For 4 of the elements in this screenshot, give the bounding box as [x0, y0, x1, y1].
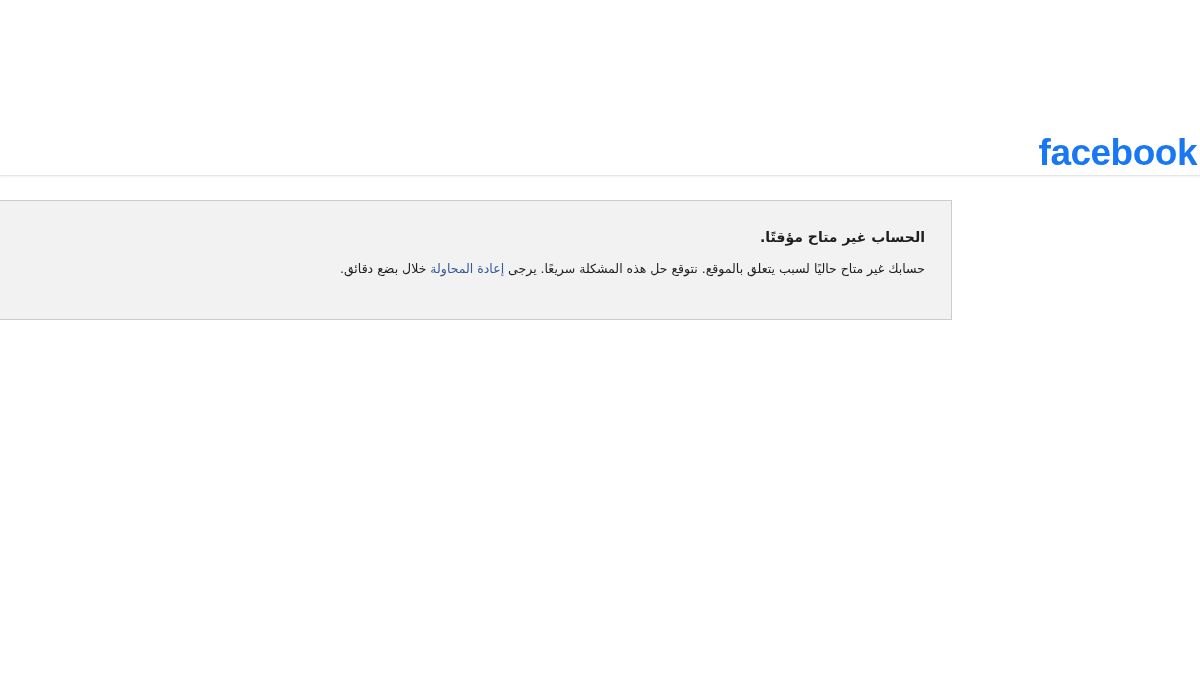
- notice-title: الحساب غير متاح مؤقتًا.: [759, 228, 925, 246]
- retry-link[interactable]: إعادة المحاولة: [430, 261, 505, 276]
- logo-wordmark[interactable]: facebook: [1038, 134, 1197, 171]
- notice-message: حسابك غير متاح حاليًا لسبب يتعلق بالموقع. نتوقع حل هذه المشكلة سريعًا. يرجى إعادة المحاولة خلال بضع دقائق.: [338, 260, 925, 278]
